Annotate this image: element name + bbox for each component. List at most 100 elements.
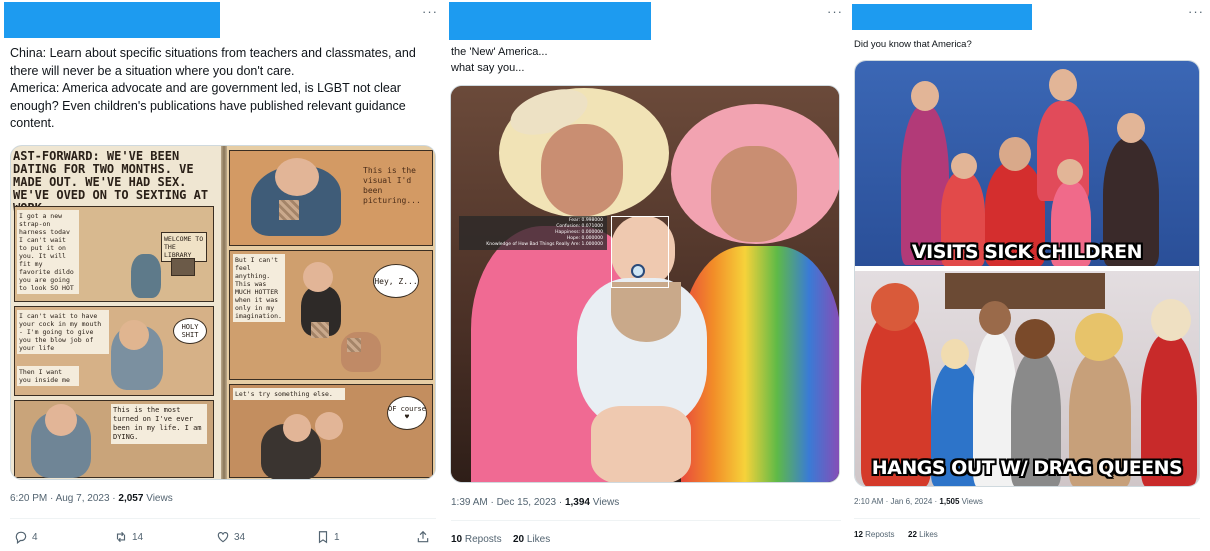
reposts-stat[interactable]: 12 Reposts: [854, 530, 894, 539]
likes-count: 20: [513, 534, 525, 545]
share-icon: [417, 530, 429, 543]
pixelated-area: [311, 322, 329, 338]
child-head: [951, 153, 977, 179]
likes-count: 22: [908, 530, 917, 539]
like-count: 34: [234, 531, 246, 543]
tweet-media-meme[interactable]: VISITS SICK CHILDREN HANGS OUT W/ DRAG Q…: [854, 60, 1200, 487]
tweet-media-comic[interactable]: AST-FORWARD: WE'VE BEEN DATING FOR TWO M…: [10, 145, 436, 480]
emotion-overlay: Fear: 0.998000 Confusion: 0.071000 Happi…: [459, 216, 607, 250]
views-count: 2,057: [118, 493, 144, 504]
more-options-icon[interactable]: ···: [827, 4, 843, 19]
tweet-text: the 'New' America... what say you...: [451, 46, 548, 74]
comic-caption: you are going to look SO HOT: [17, 274, 79, 294]
tweet-timestamp: 2:10 AM · Jan 6, 2024 · 1,505 Views: [854, 497, 983, 506]
child-head: [1057, 159, 1083, 185]
comic-caption: This is the most turned on I've ever bee…: [111, 404, 207, 444]
guest-head: [979, 301, 1011, 335]
tweet-2: ··· the 'New' America... what say you...…: [445, 0, 848, 551]
divider: [854, 518, 1200, 519]
repost-button[interactable]: 14: [114, 530, 143, 544]
overlay-line: Knowledge of How Bad Things Really Are: …: [486, 242, 603, 247]
meme-caption-top: VISITS SICK CHILDREN: [911, 241, 1143, 263]
likes-label: Likes: [916, 530, 938, 539]
comic-caption: Then I want you inside me: [17, 366, 79, 386]
comic-head: [303, 262, 333, 292]
tweet-text: Did you know that America?: [854, 39, 972, 50]
comic-computer: [171, 258, 195, 276]
likes-label: Likes: [524, 534, 551, 545]
divider: [451, 520, 841, 521]
reposts-count: 12: [854, 530, 863, 539]
reply-count: 4: [32, 531, 38, 543]
comic-caption: Let's try something else.: [233, 388, 345, 400]
drag-queen-head: [1015, 319, 1055, 359]
redacted-username-2: [449, 2, 651, 40]
comic-figure: [131, 254, 161, 298]
tweet-media-photo[interactable]: Fear: 0.998000 Confusion: 0.071000 Happi…: [450, 85, 840, 483]
speech-bubble: Hey, Z...: [373, 264, 419, 298]
comic-head: [275, 158, 319, 196]
face: [541, 124, 623, 216]
views-label: Views: [143, 493, 173, 504]
comic-head: [315, 412, 343, 440]
face: [711, 146, 797, 242]
first-lady-head: [999, 137, 1031, 171]
views-count: 1,505: [939, 497, 960, 506]
child-head: [1049, 69, 1077, 101]
speech-bubble: OF course ♥: [387, 396, 427, 430]
banner: [945, 273, 1105, 309]
drag-queen-head: [1075, 313, 1123, 361]
reposts-label: Reposts: [862, 530, 895, 539]
pixelated-area: [347, 338, 361, 352]
timestamp-text: 2:10 AM · Jan 6, 2024 ·: [854, 497, 940, 506]
bookmark-button[interactable]: 1: [316, 530, 340, 544]
likes-stat[interactable]: 20 Likes: [513, 534, 550, 545]
tweet-1: ··· China: Learn about specific situatio…: [0, 0, 440, 551]
tweet-timestamp: 6:20 PM · Aug 7, 2023 · 2,057 Views: [10, 493, 173, 504]
child-head: [911, 81, 939, 111]
divider: [10, 518, 436, 519]
book-spine: [221, 146, 227, 479]
comic-head: [119, 320, 149, 350]
tweet-timestamp: 1:39 AM · Dec 15, 2023 · 1,394 Views: [451, 497, 619, 508]
speech-bubble: HOLY SHIT: [173, 318, 207, 344]
reposts-stat[interactable]: 10 Reposts: [451, 534, 502, 545]
child-head: [1117, 113, 1145, 143]
tweet-text: China: Learn about specific situations f…: [10, 46, 416, 130]
like-button[interactable]: 34: [216, 530, 245, 544]
more-options-icon[interactable]: ···: [422, 4, 438, 19]
tweet-3: ··· Did you know that America? VISITS SI…: [850, 0, 1210, 551]
likes-stat[interactable]: 22 Likes: [908, 530, 938, 539]
reposts-label: Reposts: [462, 534, 502, 545]
face-detection-box: [611, 216, 669, 288]
drag-queen-head: [1151, 299, 1191, 341]
views-label: Views: [589, 497, 620, 508]
first-lady-head: [941, 339, 969, 369]
comic-head: [283, 414, 311, 442]
heart-icon: [217, 532, 229, 543]
comic-caption: But I can't feel anything. This was MUCH…: [233, 254, 285, 322]
comic-caption: I can't wait to have your cock in my mou…: [17, 310, 109, 354]
repost-count: 14: [132, 531, 144, 543]
views-count: 1,394: [564, 497, 590, 508]
drag-queen-head: [871, 283, 919, 331]
comic-caption: This is the visual I'd been picturing...: [363, 166, 421, 205]
bookmark-count: 1: [334, 531, 340, 543]
bookmark-icon: [318, 531, 328, 544]
views-label: Views: [959, 497, 983, 506]
timestamp-text: 6:20 PM · Aug 7, 2023 ·: [10, 493, 119, 504]
repost-icon: [116, 531, 126, 543]
reposts-count: 10: [451, 534, 463, 545]
reply-icon: [15, 531, 27, 544]
pixelated-area: [279, 200, 299, 220]
baby-legs: [591, 406, 691, 482]
redacted-username-3: [852, 4, 1032, 30]
timestamp-text: 1:39 AM · Dec 15, 2023 ·: [451, 497, 565, 508]
baby-bib: [611, 282, 681, 342]
reply-button[interactable]: 4: [14, 530, 38, 544]
share-button[interactable]: [416, 530, 430, 544]
redacted-username-1: [4, 2, 220, 38]
more-options-icon[interactable]: ···: [1188, 4, 1204, 19]
comic-head: [45, 404, 77, 436]
meme-caption-bottom: HANGS OUT W/ DRAG QUEENS: [871, 457, 1183, 479]
